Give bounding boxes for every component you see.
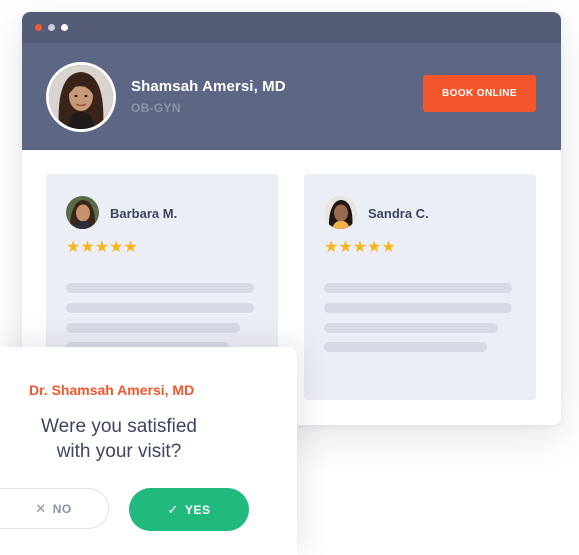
doctor-name: Shamsah Amersi, MD bbox=[131, 78, 286, 95]
doctor-specialty: OB-GYN bbox=[131, 101, 181, 115]
book-online-button[interactable]: BOOK ONLINE bbox=[423, 75, 536, 112]
review-text-placeholder-line bbox=[66, 303, 254, 313]
no-button-label: NO bbox=[52, 501, 72, 516]
doctor-profile-header: Shamsah Amersi, MD OB-GYN BOOK ONLINE bbox=[22, 43, 561, 150]
review-text-placeholder-line bbox=[324, 323, 498, 333]
review-text-placeholder-line bbox=[324, 342, 487, 352]
review-text-placeholder-line bbox=[66, 283, 254, 293]
survey-question-line-1: Were you satisfied bbox=[41, 416, 197, 437]
doctor-avatar bbox=[46, 62, 116, 132]
survey-question-line-2: with your visit? bbox=[56, 441, 182, 462]
reviewer-avatar bbox=[324, 196, 357, 229]
close-icon: ✕ bbox=[35, 500, 47, 516]
no-button[interactable]: ✕ NO bbox=[0, 488, 109, 529]
reviewer-avatar bbox=[66, 196, 99, 229]
star-rating: ★★★★★ bbox=[324, 239, 396, 256]
review-text-placeholder-line bbox=[66, 323, 240, 333]
star-rating: ★★★★★ bbox=[66, 239, 138, 256]
review-card: Sandra C. ★★★★★ bbox=[304, 174, 536, 400]
visit-satisfaction-survey: Dr. Shamsah Amersi, MD Were you satisfie… bbox=[0, 347, 297, 555]
reviewer-name: Barbara M. bbox=[110, 206, 178, 221]
close-window-dot-icon[interactable] bbox=[35, 24, 42, 31]
window-titlebar bbox=[22, 12, 561, 43]
review-text-placeholder-line bbox=[324, 283, 512, 293]
reviewer-name: Sandra C. bbox=[368, 206, 429, 221]
yes-button-label: YES bbox=[184, 502, 211, 517]
review-text-placeholder-line bbox=[324, 303, 512, 313]
checkmark-icon: ✓ bbox=[167, 501, 179, 517]
minimize-window-dot-icon[interactable] bbox=[48, 24, 55, 31]
yes-button[interactable]: ✓ YES bbox=[129, 488, 249, 531]
survey-question: Were you satisfied with your visit? bbox=[0, 414, 238, 464]
maximize-window-dot-icon[interactable] bbox=[61, 24, 68, 31]
survey-doctor-name: Dr. Shamsah Amersi, MD bbox=[29, 382, 195, 398]
